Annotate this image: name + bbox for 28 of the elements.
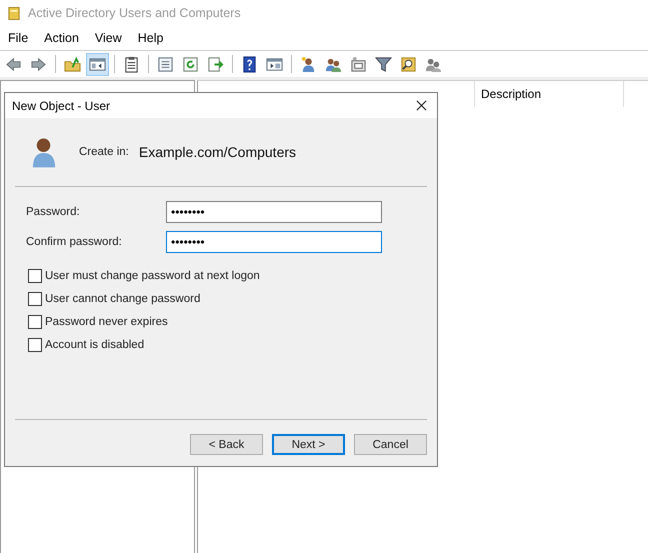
dialog-button[interactable]: Next >: [272, 434, 345, 455]
window-title: Active Directory Users and Computers: [28, 6, 241, 20]
dialog-title: New Object - User: [12, 98, 110, 112]
field-label: Confirm password:: [26, 236, 123, 248]
password-field[interactable]: ••••••••: [166, 201, 382, 223]
checkbox[interactable]: [28, 292, 42, 306]
checkbox-label: User must change password at next logon: [45, 270, 260, 282]
create-in-path: Example.com/Computers: [138, 144, 296, 160]
toolbar-button[interactable]: [86, 52, 109, 76]
checkbox-label: Password never expires: [45, 316, 168, 328]
menu-item[interactable]: Help: [138, 31, 164, 45]
checkbox[interactable]: [28, 269, 42, 283]
user-icon: [300, 56, 317, 72]
checkbox-label: User cannot change password: [45, 293, 200, 305]
checkbox[interactable]: [28, 315, 42, 329]
close-icon[interactable]: [416, 100, 427, 111]
checkbox[interactable]: [28, 338, 42, 352]
column-header[interactable]: Description: [474, 81, 624, 107]
checkbox-label: Account is disabled: [45, 339, 144, 351]
field-label: Password:: [26, 206, 81, 218]
app-icon: [8, 6, 20, 20]
menu-item[interactable]: Action: [44, 31, 79, 45]
dialog-button[interactable]: Cancel: [354, 434, 427, 455]
create-in-label: Create in:: [79, 146, 129, 158]
menu-item[interactable]: View: [94, 31, 122, 45]
dialog-button[interactable]: < Back: [190, 434, 263, 455]
password-field[interactable]: ••••••••: [166, 231, 382, 253]
menu-item[interactable]: File: [8, 31, 28, 45]
